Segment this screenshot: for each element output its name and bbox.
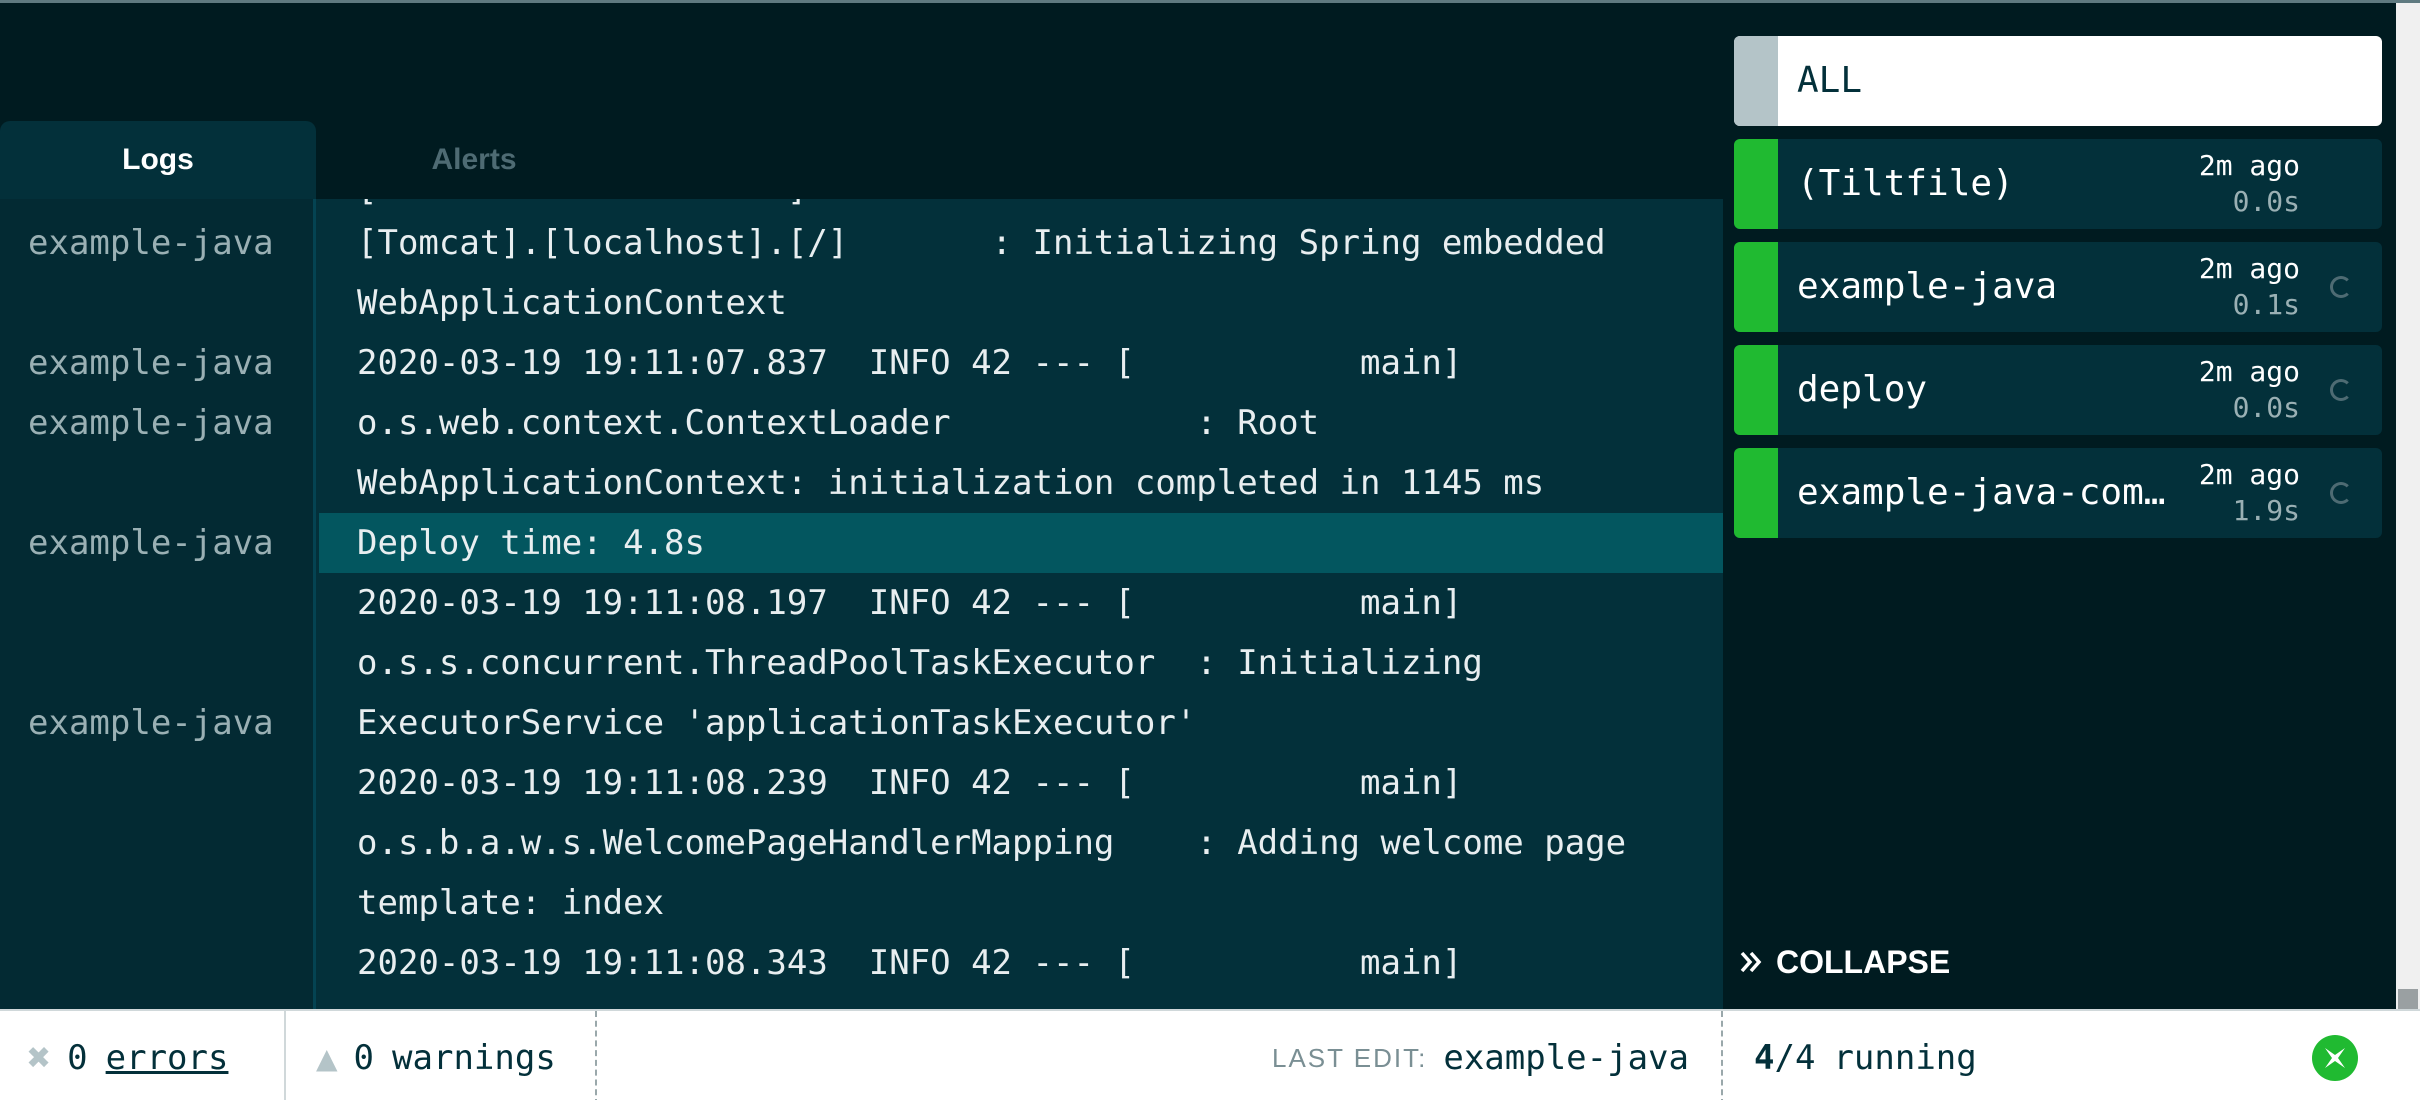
triangle-icon: ▲ <box>316 1041 338 1075</box>
sidebar-item-ago: 2m ago <box>2198 149 2300 182</box>
last-edit-label: LAST EDIT: <box>1272 1042 1428 1073</box>
sidebar-item-duration: 0.1s <box>2232 288 2300 321</box>
logo-glyph <box>2325 1048 2345 1068</box>
errors-count: 0 <box>67 1038 88 1078</box>
log-prefix[interactable]: example-java <box>28 333 274 393</box>
status-bar <box>1734 36 1778 126</box>
running-label: running <box>1833 1038 1977 1078</box>
log-header-area <box>0 3 1723 121</box>
status-bar <box>1734 242 1778 332</box>
divider <box>1721 1011 1723 1100</box>
divider <box>284 1011 286 1100</box>
log-pane[interactable]: example-java example-java example-java e… <box>0 199 1723 1009</box>
scrollbar-track[interactable] <box>2396 3 2420 1009</box>
log-line: ExecutorService 'applicationTaskExecutor… <box>357 703 1197 743</box>
log-line: WebApplicationContext: initialization co… <box>357 463 1545 503</box>
log-line: [Tomcat].[localhost].[/] : Initializing … <box>357 223 1606 263</box>
sidebar-item-tiltfile[interactable]: (Tiltfile) 2m ago 0.0s <box>1734 139 2382 229</box>
tilt-logo-icon[interactable] <box>2312 1035 2358 1081</box>
tab-bar: Logs Alerts <box>0 121 1723 199</box>
log-line: WebApplicationContext <box>357 283 787 323</box>
status-bar <box>1734 448 1778 538</box>
warnings-count: 0 <box>353 1038 375 1078</box>
sidebar-item-ago: 2m ago <box>2198 458 2300 491</box>
divider <box>595 1011 597 1100</box>
log-prefix-column: example-java example-java example-java e… <box>0 199 316 1009</box>
sidebar-item-duration: 1.9s <box>2232 494 2300 527</box>
sidebar-item-all[interactable]: ALL <box>1734 36 2382 126</box>
sidebar-item-example-java-compile[interactable]: example-java-compile 2m ago 1.9s <box>1734 448 2382 538</box>
sidebar-item-deploy[interactable]: deploy 2m ago 0.0s <box>1734 345 2382 435</box>
sidebar-item-duration: 0.0s <box>2232 391 2300 424</box>
sidebar-item-duration: 0.0s <box>2232 185 2300 218</box>
sidebar-item-label: example-java <box>1797 266 2058 307</box>
log-prefix[interactable]: example-java <box>28 693 274 753</box>
log-line-highlighted: Deploy time: 4.8s <box>319 513 1723 573</box>
sidebar-item-ago: 2m ago <box>2198 355 2300 388</box>
log-line: 2020-03-19 19:11:07.837 INFO 42 --- [ ma… <box>357 343 1463 383</box>
sidebar-item-label: example-java-compile <box>1797 472 2187 513</box>
sidebar-item-ago: 2m ago <box>2198 252 2300 285</box>
log-prefix[interactable]: example-java <box>28 393 274 453</box>
sidebar-item-label: deploy <box>1797 369 1928 410</box>
spinner-icon[interactable] <box>2330 482 2352 504</box>
double-chevron-right-icon <box>1740 951 1762 973</box>
spinner-icon[interactable] <box>2330 276 2352 298</box>
log-prefix[interactable]: example-java <box>28 513 274 573</box>
log-line-partial: [ ] <box>319 199 807 209</box>
collapse-label: COLLAPSE <box>1776 943 1951 980</box>
running-status: 4 /4 running <box>1754 1011 1977 1100</box>
log-line: o.s.web.context.ContextLoader : Root <box>357 403 1320 443</box>
status-bar <box>1734 139 1778 229</box>
status-bar-footer: ✖ 0 errors ▲ 0 warnings LAST EDIT: examp… <box>0 1009 2420 1100</box>
log-lines: [ ] [Tomcat].[localhost].[/] : Initializ… <box>319 199 1723 1009</box>
log-line: 2020-03-19 19:11:08.343 INFO 42 --- [ ma… <box>357 943 1463 983</box>
last-edit: LAST EDIT: example-java <box>1272 1011 1689 1100</box>
collapse-button[interactable]: COLLAPSE <box>1738 940 1950 984</box>
errors-link[interactable]: errors <box>106 1038 229 1078</box>
running-current: 4 <box>1754 1038 1775 1078</box>
x-icon: ✖ <box>26 1040 52 1076</box>
spinner-icon[interactable] <box>2330 379 2352 401</box>
tab-logs[interactable]: Logs <box>0 121 316 199</box>
sidebar-item-label: ALL <box>1797 60 1863 101</box>
sidebar-item-example-java[interactable]: example-java 2m ago 0.1s <box>1734 242 2382 332</box>
log-line: o.s.s.concurrent.ThreadPoolTaskExecutor … <box>357 643 1483 683</box>
status-bar <box>1734 345 1778 435</box>
resource-sidebar: ALL (Tiltfile) 2m ago 0.0s example-java … <box>1723 3 2400 1009</box>
log-line: template: index <box>357 883 665 923</box>
running-total: /4 <box>1774 1038 1816 1078</box>
errors-status: ✖ 0 errors <box>26 1011 228 1100</box>
log-prefix[interactable]: example-java <box>28 213 274 273</box>
warnings-label: warnings <box>392 1038 556 1078</box>
last-edit-value: example-java <box>1443 1038 1689 1078</box>
log-line: 2020-03-19 19:11:08.197 INFO 42 --- [ ma… <box>357 583 1463 623</box>
tab-alerts[interactable]: Alerts <box>316 121 632 199</box>
log-line: 2020-03-19 19:11:08.239 INFO 42 --- [ ma… <box>357 763 1463 803</box>
sidebar-item-label: (Tiltfile) <box>1797 163 2014 204</box>
warnings-status: ▲ 0 warnings <box>316 1011 556 1100</box>
log-line: o.s.b.a.w.s.WelcomePageHandlerMapping : … <box>357 823 1627 863</box>
